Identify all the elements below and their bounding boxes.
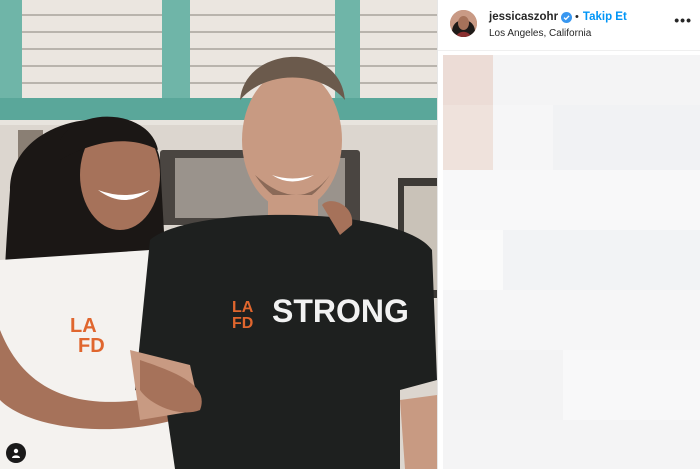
shirt-text-la: LA <box>232 299 254 316</box>
photo-illustration: LA FD LA FD STRONG <box>0 0 437 469</box>
blurred-comments-area <box>443 55 700 469</box>
more-options-icon[interactable]: ••• <box>674 12 692 28</box>
verified-badge-icon <box>561 11 573 23</box>
separator-dot: • <box>575 11 579 23</box>
post-photo[interactable]: LA FD LA FD STRONG <box>0 0 437 469</box>
username[interactable]: jessicaszohr <box>489 11 558 23</box>
shirt2-text-fd: FD <box>78 335 105 357</box>
window-shutters <box>0 0 437 120</box>
post-sidebar: jessicaszohr • Takip Et Los Angeles, Cal… <box>437 0 700 469</box>
user-tag-icon[interactable] <box>6 443 26 463</box>
shirt2-text-la: LA <box>70 315 97 337</box>
shirt-text-strong: STRONG <box>272 293 409 329</box>
location-link[interactable]: Los Angeles, California <box>489 28 591 39</box>
follow-button[interactable]: Takip Et <box>583 11 627 23</box>
avatar[interactable] <box>450 10 477 37</box>
shirt-text-fd: FD <box>232 315 253 332</box>
post-header: jessicaszohr • Takip Et Los Angeles, Cal… <box>438 0 700 51</box>
